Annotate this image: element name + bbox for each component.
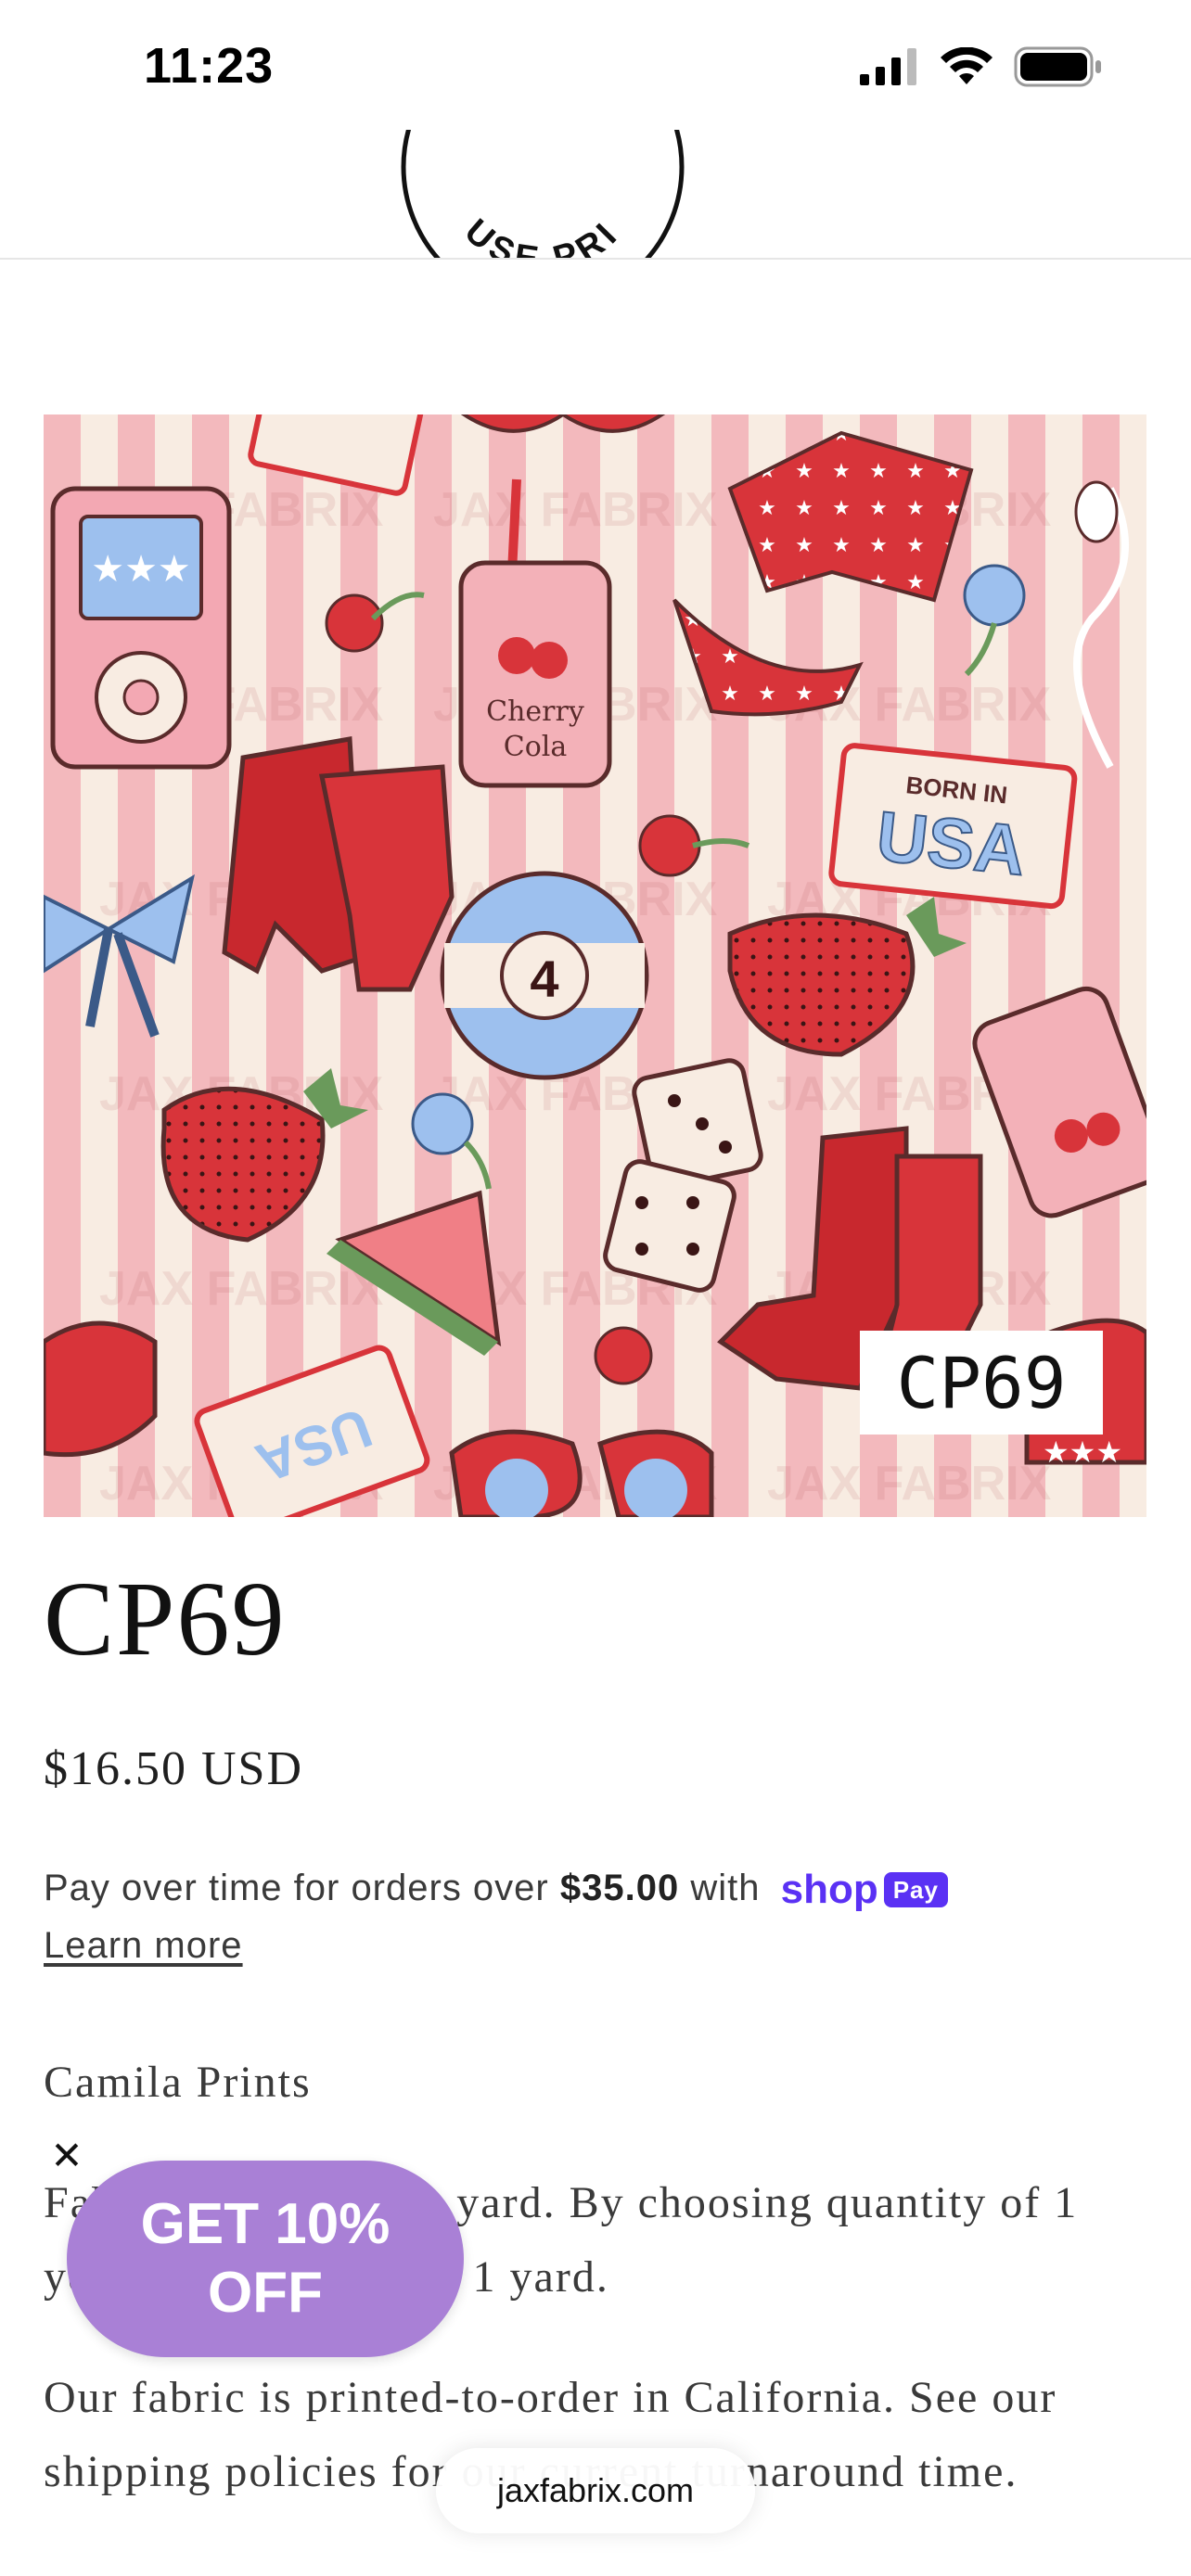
status-icons (860, 46, 1103, 87)
cellular-signal-icon (860, 48, 916, 85)
svg-text:4: 4 (530, 950, 558, 1008)
installment-prefix: Pay over time for orders over (44, 1868, 549, 1908)
product-title: CP69 (44, 1560, 287, 1677)
svg-text:JAX FABRIX: JAX FABRIX (433, 483, 718, 537)
cowboy-boots-motif-left (222, 736, 455, 992)
close-icon[interactable]: ✕ (48, 2136, 85, 2175)
product-image[interactable]: ★ JAX FABRIX JAX FABRIX JAX FABRIX JAX F… (44, 414, 1146, 1517)
site-header: USE PRI (0, 130, 1191, 260)
shop-pay-logo: shop Pay (781, 1862, 948, 1918)
svg-text:JAX FABRIX: JAX FABRIX (767, 1457, 1052, 1511)
shop-pay-word: shop (780, 1867, 878, 1913)
svg-text:Cola: Cola (504, 731, 568, 763)
image-sku-label: CP69 (860, 1331, 1103, 1435)
learn-more-link[interactable]: Learn more (44, 1918, 1147, 1973)
shop-pay-installments: Pay over time for orders over $35.00 wit… (44, 1860, 1147, 1973)
pool-ball-motif: 4 (440, 871, 649, 1080)
svg-text:USA: USA (873, 797, 1029, 890)
discount-popup-button[interactable]: GET 10% OFF (67, 2161, 464, 2357)
product-vendor: Camila Prints (44, 2058, 312, 2107)
browser-url-bar[interactable]: jaxfabrix.com (436, 2448, 755, 2533)
shop-pay-badge: Pay (883, 1872, 948, 1908)
status-bar: 11:23 (0, 0, 1191, 139)
installment-amount: $35.00 (559, 1868, 680, 1908)
battery-icon (1014, 46, 1101, 87)
brand-logo-seal[interactable]: USE PRI (394, 130, 691, 260)
status-time: 11:23 (144, 38, 275, 94)
wifi-icon (941, 47, 992, 84)
svg-text:★★★: ★★★ (91, 548, 191, 590)
promo-line-1: GET 10% (140, 2192, 391, 2256)
installment-suffix: with (690, 1868, 761, 1908)
svg-text:USE PRI: USE PRI (457, 212, 628, 260)
svg-text:★★★: ★★★ (1043, 1435, 1122, 1469)
product-price: $16.50 USD (44, 1742, 304, 1795)
promo-line-2: OFF (208, 2261, 323, 2325)
music-player-motif: ★★★ (50, 486, 232, 770)
url-text: jaxfabrix.com (496, 2471, 695, 2509)
born-in-usa-plate-motif: BORN IN USA (828, 743, 1078, 910)
svg-text:JAX FABRIX: JAX FABRIX (99, 1262, 384, 1316)
svg-text:Cherry: Cherry (486, 695, 584, 728)
